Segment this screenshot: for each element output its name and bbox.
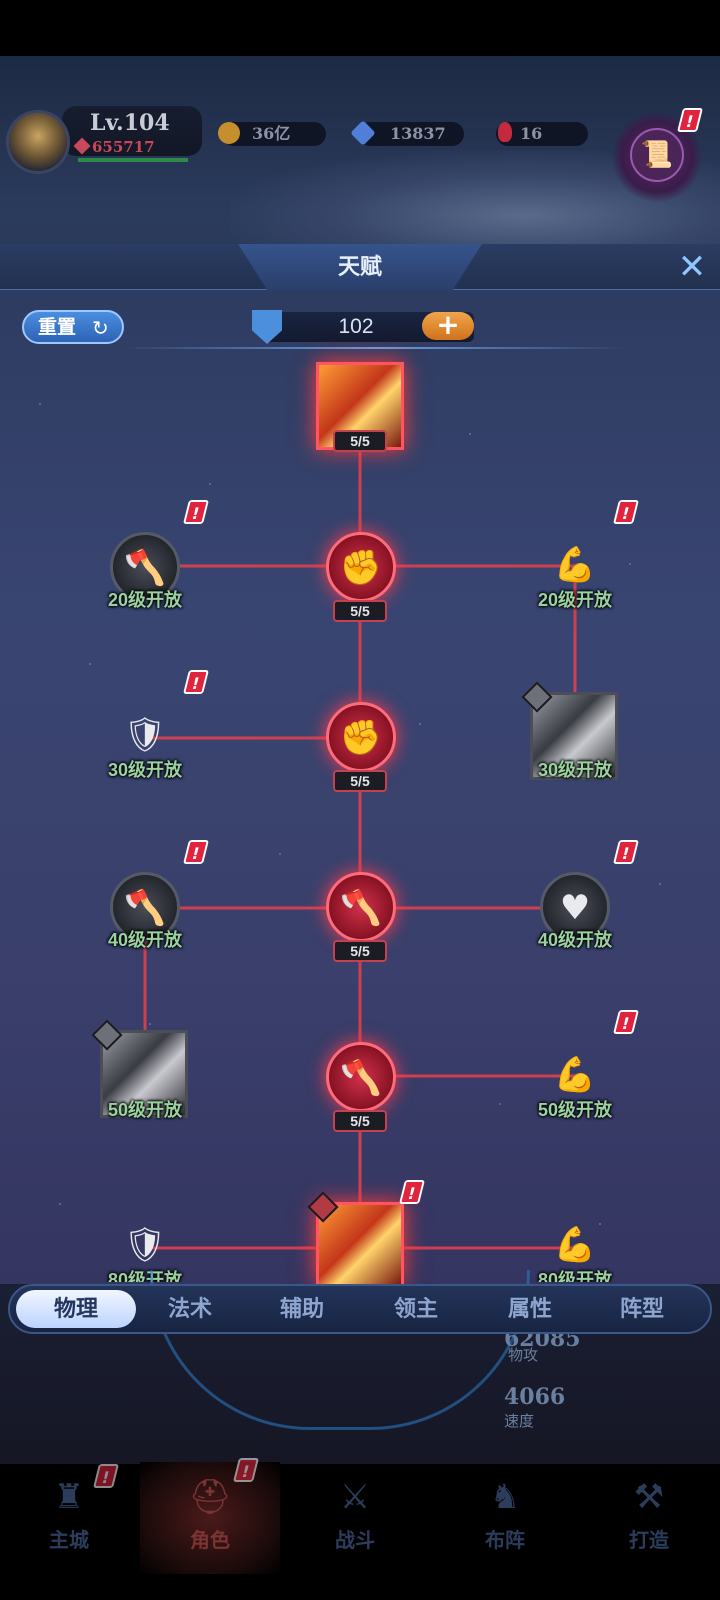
nav-formation[interactable]: ♞ 布阵	[450, 1470, 560, 1570]
locked-label-left-30: 30级开放	[107, 760, 183, 780]
locked-label-right-50: 50级开放	[537, 1100, 613, 1120]
nav-label: 布阵	[485, 1528, 525, 1552]
locked-label-right-20: 20级开放	[537, 590, 613, 610]
anvil-icon: ⚒	[633, 1477, 665, 1517]
axe-icon[interactable]: 🪓	[326, 1042, 396, 1112]
nav-battle[interactable]: ⚔ 战斗	[300, 1470, 410, 1570]
nav-label: 角色	[190, 1528, 230, 1552]
nav-forge[interactable]: ⚒ 打造	[594, 1470, 704, 1570]
tab-physical[interactable]: 物理	[20, 1286, 132, 1332]
stat-attack-label: 物攻	[508, 1347, 539, 1364]
tab-magic[interactable]: 法术	[134, 1286, 246, 1332]
stat-speed-label: 速度	[504, 1413, 535, 1430]
locked-label-right-40: 40级开放	[537, 930, 613, 950]
talent-level-spine-1: 5/5	[333, 600, 387, 622]
nav-label: 打造	[629, 1528, 669, 1552]
locked-label-left-20: 20级开放	[107, 590, 183, 610]
nav-label: 战斗	[335, 1528, 375, 1552]
locked-label-right-30: 30级开放	[537, 760, 613, 780]
tab-attributes[interactable]: 属性	[474, 1286, 586, 1332]
tab-lord[interactable]: 领主	[360, 1286, 472, 1332]
talent-level-top: 5/5	[333, 430, 387, 452]
axe-icon[interactable]: 🪓	[326, 872, 396, 942]
locked-label-right-80: 80级开放	[537, 1270, 613, 1282]
talent-level-spine-2: 5/5	[333, 770, 387, 792]
tab-support[interactable]: 辅助	[246, 1286, 358, 1332]
stat-speed-value: 4066	[504, 1384, 566, 1410]
locked-label-left-50: 50级开放	[107, 1100, 183, 1120]
tab-formation[interactable]: 阵型	[586, 1286, 698, 1332]
locked-label-left-40: 40级开放	[107, 930, 183, 950]
nav-label: 主城	[49, 1528, 89, 1552]
talent-level-spine-3: 5/5	[333, 940, 387, 962]
nav-character[interactable]: ⛑ 角色	[155, 1470, 265, 1570]
talent-level-spine-4: 5/5	[333, 1110, 387, 1132]
crossed-swords-icon: ⚔	[339, 1477, 371, 1517]
fist-icon[interactable]: ✊	[326, 702, 396, 772]
fist-icon[interactable]: ✊	[326, 532, 396, 602]
formation-icon: ♞	[489, 1477, 521, 1517]
